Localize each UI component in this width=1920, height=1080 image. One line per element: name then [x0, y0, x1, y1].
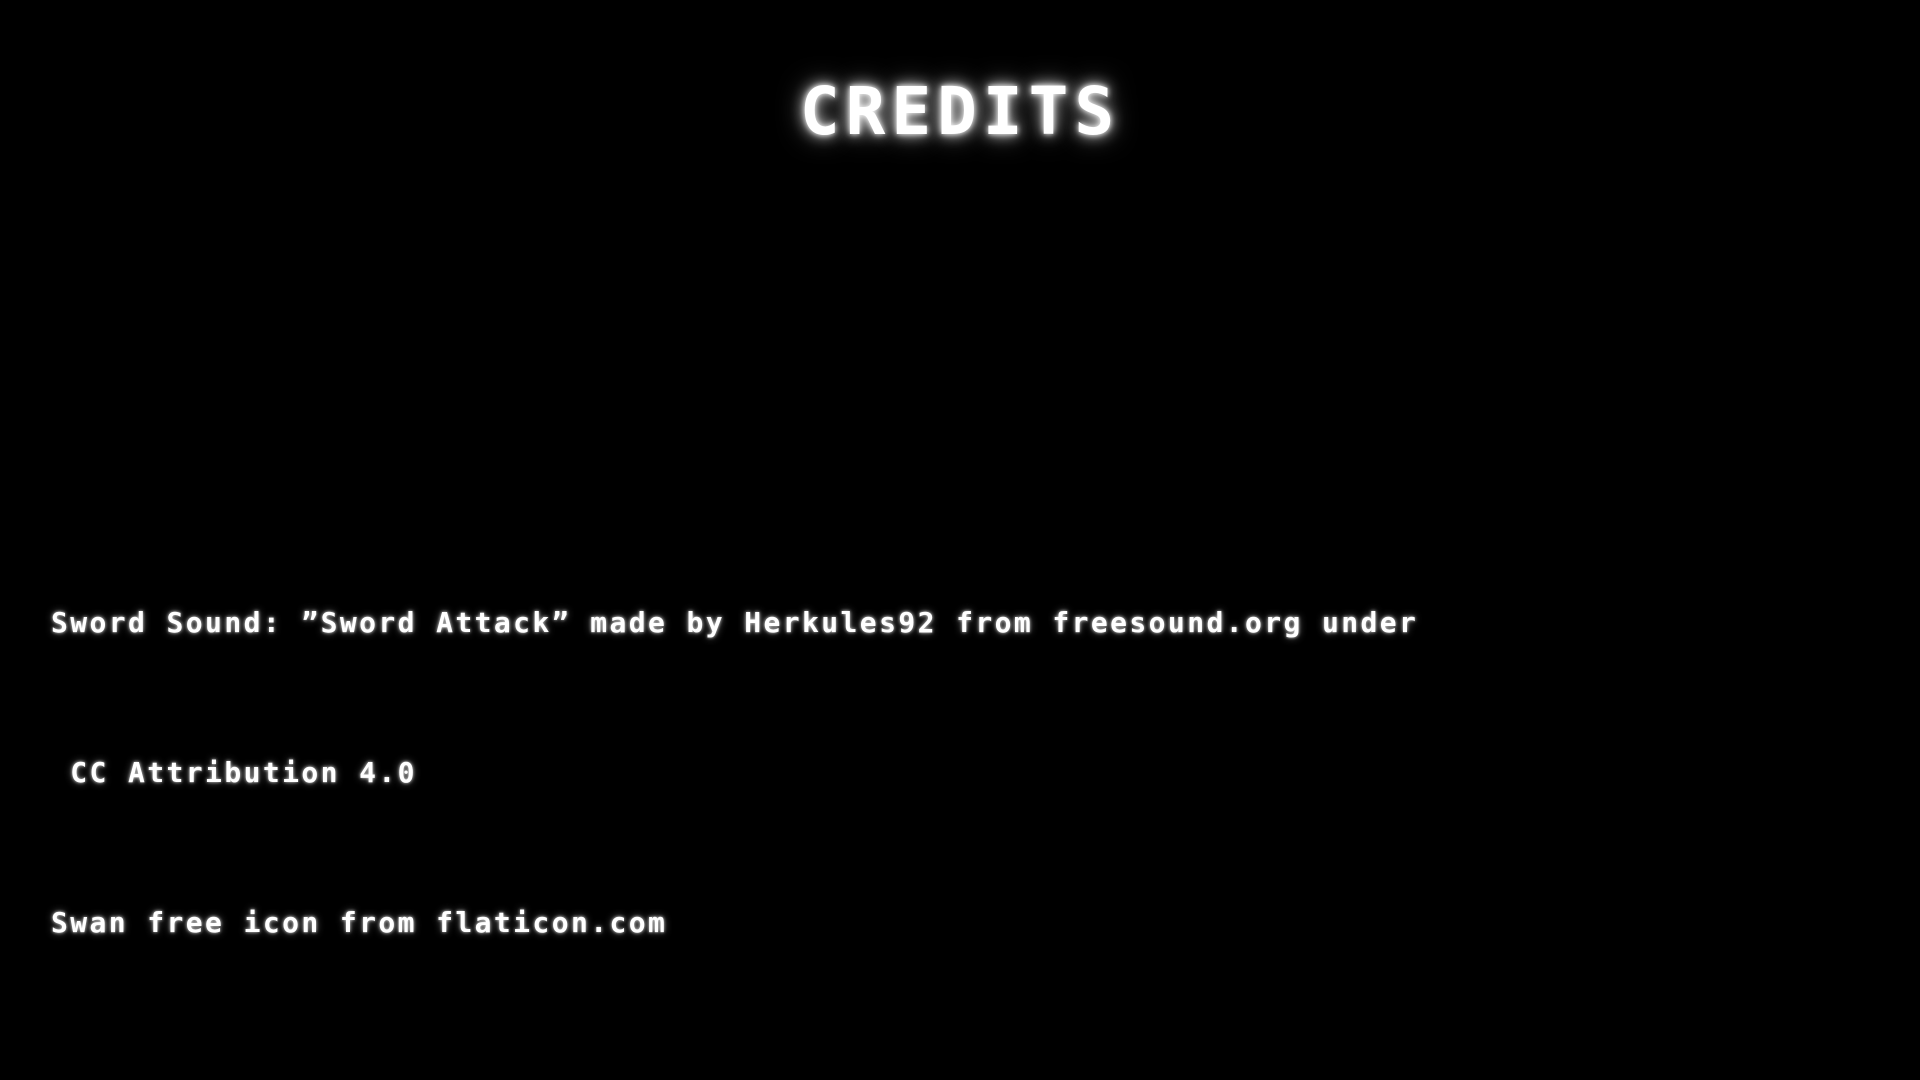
credits-screen: CREDITS Sword Sound: ”Sword Attack” made… — [0, 0, 1920, 1080]
credits-title: CREDITS — [799, 73, 1121, 150]
credit-swan-icon-line-1: Swan free icon from flaticon.com — [51, 906, 668, 939]
credit-sword-sound-line-1: Sword Sound: ”Sword Attack” made by Herk… — [51, 606, 1419, 639]
credit-entry-swan-icon: Swan free icon from flaticon.com — [51, 798, 667, 1048]
credit-sword-sound-line-2: CC Attribution 4.0 — [51, 756, 417, 789]
